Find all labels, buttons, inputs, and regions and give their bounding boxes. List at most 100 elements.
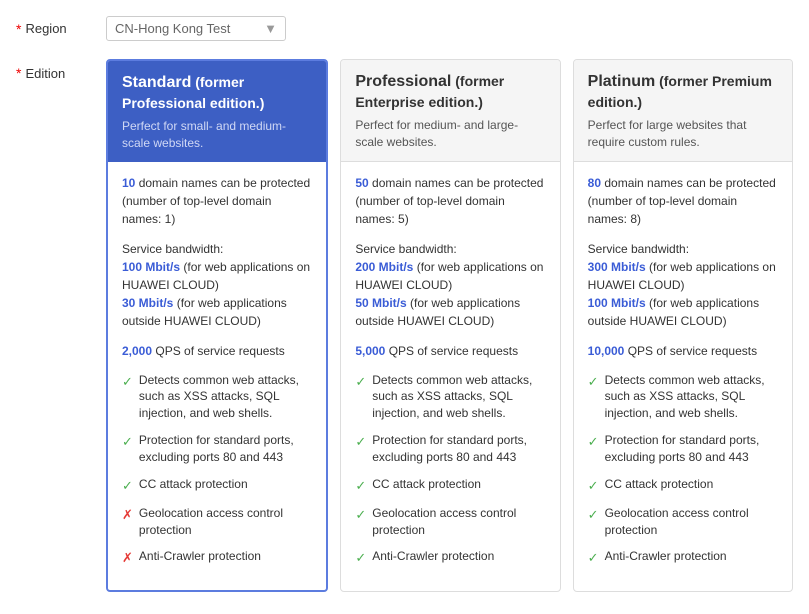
check-text-platinum-0: Detects common web attacks, such as XSS …	[605, 372, 778, 422]
check-icon-checkmark-professional-4: ✓	[355, 549, 366, 567]
bw-line-highlight-professional-0: 200 Mbit/s	[355, 260, 413, 274]
check-text-professional-0: Detects common web attacks, such as XSS …	[372, 372, 545, 422]
qps-text-platinum: QPS of service requests	[624, 344, 757, 358]
check-text-professional-4: Anti-Crawler protection	[372, 548, 494, 565]
card-domains-platinum: 80 domain names can be protected (number…	[588, 174, 778, 228]
check-icon-cross-standard-4: ✗	[122, 549, 133, 567]
check-icon-checkmark-professional-0: ✓	[355, 373, 366, 391]
check-item-platinum-0: ✓ Detects common web attacks, such as XSS…	[588, 372, 778, 422]
edition-card-standard[interactable]: Standard (former Professional edition.) P…	[106, 59, 328, 592]
check-text-standard-3: Geolocation access control protection	[139, 505, 312, 539]
check-icon-cross-standard-3: ✗	[122, 506, 133, 524]
card-qps-platinum: 10,000 QPS of service requests	[588, 342, 778, 360]
card-header-standard: Standard (former Professional edition.) P…	[108, 61, 326, 162]
domains-text-professional: domain names can be protected (number of…	[355, 176, 543, 226]
check-icon-checkmark-standard-1: ✓	[122, 433, 133, 451]
bandwidth-label-standard: Service bandwidth:	[122, 242, 223, 256]
check-item-standard-4: ✗ Anti-Crawler protection	[122, 548, 312, 567]
edition-cards-container: Standard (former Professional edition.) P…	[106, 59, 793, 592]
check-item-professional-4: ✓ Anti-Crawler protection	[355, 548, 545, 567]
check-item-professional-2: ✓ CC attack protection	[355, 476, 545, 495]
domains-highlight-professional: 50	[355, 176, 368, 190]
check-icon-checkmark-standard-2: ✓	[122, 477, 133, 495]
region-select[interactable]: CN-Hong Kong Test ▼	[106, 16, 286, 41]
bandwidth-label-platinum: Service bandwidth:	[588, 242, 689, 256]
edition-required-star: *	[16, 65, 21, 81]
check-text-platinum-2: CC attack protection	[605, 476, 714, 493]
check-item-standard-3: ✗ Geolocation access control protection	[122, 505, 312, 539]
card-header-professional: Professional (former Enterprise edition.…	[341, 60, 559, 162]
check-item-standard-2: ✓ CC attack protection	[122, 476, 312, 495]
card-bandwidth-professional: Service bandwidth:200 Mbit/s (for web ap…	[355, 240, 545, 330]
edition-section: * Edition Standard (former Professional …	[16, 59, 793, 592]
check-item-platinum-1: ✓ Protection for standard ports, excludin…	[588, 432, 778, 466]
check-text-professional-1: Protection for standard ports, excluding…	[372, 432, 545, 466]
domains-text-standard: domain names can be protected (number of…	[122, 176, 310, 226]
edition-card-professional[interactable]: Professional (former Enterprise edition.…	[340, 59, 560, 592]
check-text-platinum-1: Protection for standard ports, excluding…	[605, 432, 778, 466]
edition-label-col: * Edition	[16, 59, 106, 81]
qps-text-professional: QPS of service requests	[385, 344, 518, 358]
card-body-platinum: 80 domain names can be protected (number…	[574, 162, 792, 591]
card-bandwidth-standard: Service bandwidth:100 Mbit/s (for web ap…	[122, 240, 312, 330]
card-header-platinum: Platinum (former Premium edition.)Perfec…	[574, 60, 792, 162]
check-text-platinum-3: Geolocation access control protection	[605, 505, 778, 539]
region-label: * Region	[16, 21, 106, 37]
check-icon-checkmark-platinum-3: ✓	[588, 506, 599, 524]
card-subtitle-standard: Perfect for small- and medium-scale webs…	[122, 118, 312, 152]
edition-name-platinum: Platinum	[588, 73, 656, 90]
check-icon-checkmark-professional-1: ✓	[355, 433, 366, 451]
check-item-standard-1: ✓ Protection for standard ports, excludin…	[122, 432, 312, 466]
card-bandwidth-platinum: Service bandwidth:300 Mbit/s (for web ap…	[588, 240, 778, 330]
check-icon-checkmark-platinum-2: ✓	[588, 477, 599, 495]
edition-label-text: Edition	[25, 66, 65, 81]
bw-line-highlight-platinum-1: 100 Mbit/s	[588, 296, 646, 310]
qps-text-standard: QPS of service requests	[152, 344, 285, 358]
edition-name-standard: Standard	[122, 74, 191, 91]
check-item-professional-3: ✓ Geolocation access control protection	[355, 505, 545, 539]
check-item-standard-0: ✓ Detects common web attacks, such as XSS…	[122, 372, 312, 422]
check-text-professional-3: Geolocation access control protection	[372, 505, 545, 539]
bw-line-highlight-professional-1: 50 Mbit/s	[355, 296, 406, 310]
check-icon-checkmark-standard-0: ✓	[122, 373, 133, 391]
card-body-standard: 10 domain names can be protected (number…	[108, 162, 326, 590]
check-icon-checkmark-platinum-0: ✓	[588, 373, 599, 391]
region-row: * Region CN-Hong Kong Test ▼	[16, 16, 793, 41]
check-icon-checkmark-platinum-4: ✓	[588, 549, 599, 567]
check-text-standard-1: Protection for standard ports, excluding…	[139, 432, 312, 466]
bw-line-highlight-standard-0: 100 Mbit/s	[122, 260, 180, 274]
domains-highlight-standard: 10	[122, 176, 135, 190]
check-icon-checkmark-professional-3: ✓	[355, 506, 366, 524]
check-text-professional-2: CC attack protection	[372, 476, 481, 493]
edition-label: * Edition	[16, 65, 106, 81]
edition-name-professional: Professional	[355, 73, 451, 90]
check-icon-checkmark-platinum-1: ✓	[588, 433, 599, 451]
card-title-platinum: Platinum (former Premium edition.)	[588, 72, 778, 111]
check-text-platinum-4: Anti-Crawler protection	[605, 548, 727, 565]
qps-highlight-professional: 5,000	[355, 344, 385, 358]
card-title-professional: Professional (former Enterprise edition.…	[355, 72, 545, 111]
bw-line-highlight-platinum-0: 300 Mbit/s	[588, 260, 646, 274]
check-item-platinum-4: ✓ Anti-Crawler protection	[588, 548, 778, 567]
check-item-platinum-3: ✓ Geolocation access control protection	[588, 505, 778, 539]
check-item-professional-0: ✓ Detects common web attacks, such as XSS…	[355, 372, 545, 422]
check-text-standard-0: Detects common web attacks, such as XSS …	[139, 372, 312, 422]
card-subtitle-professional: Perfect for medium- and large-scale webs…	[355, 117, 545, 151]
check-text-standard-4: Anti-Crawler protection	[139, 548, 261, 565]
card-qps-professional: 5,000 QPS of service requests	[355, 342, 545, 360]
check-icon-checkmark-professional-2: ✓	[355, 477, 366, 495]
card-body-professional: 50 domain names can be protected (number…	[341, 162, 559, 591]
check-text-standard-2: CC attack protection	[139, 476, 248, 493]
card-title-standard: Standard (former Professional edition.)	[122, 73, 312, 112]
edition-card-platinum[interactable]: Platinum (former Premium edition.)Perfec…	[573, 59, 793, 592]
card-qps-standard: 2,000 QPS of service requests	[122, 342, 312, 360]
card-domains-standard: 10 domain names can be protected (number…	[122, 174, 312, 228]
domains-highlight-platinum: 80	[588, 176, 601, 190]
qps-highlight-standard: 2,000	[122, 344, 152, 358]
chevron-down-icon: ▼	[264, 21, 277, 36]
bandwidth-label-professional: Service bandwidth:	[355, 242, 456, 256]
bw-line-highlight-standard-1: 30 Mbit/s	[122, 296, 173, 310]
domains-text-platinum: domain names can be protected (number of…	[588, 176, 776, 226]
check-item-platinum-2: ✓ CC attack protection	[588, 476, 778, 495]
region-required-star: *	[16, 21, 21, 37]
